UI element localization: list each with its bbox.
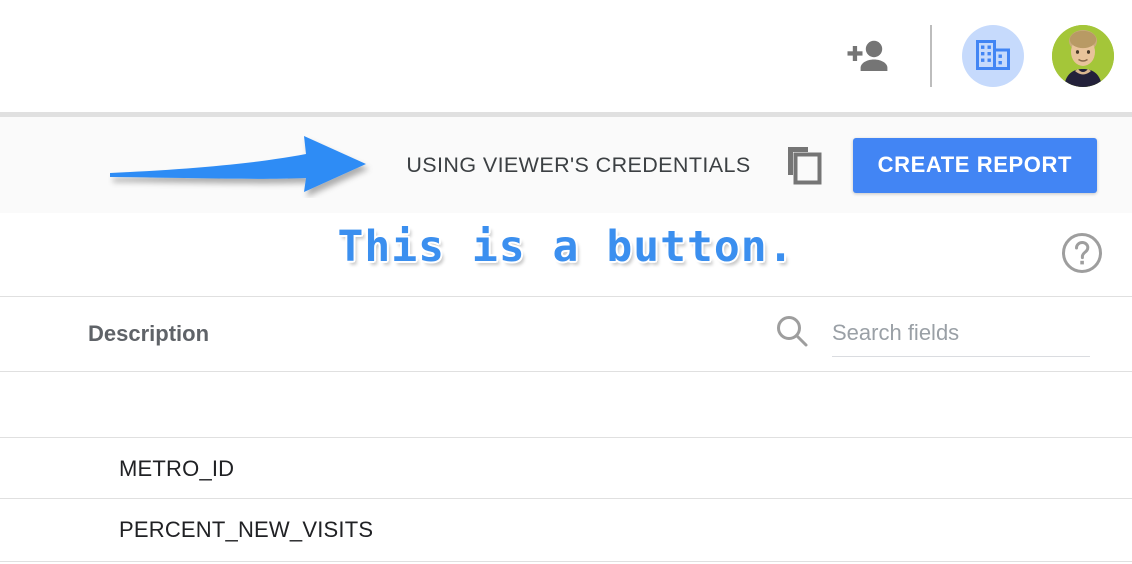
search-fields-container (772, 311, 1092, 357)
help-circle-icon (1062, 233, 1102, 273)
description-column-header: Description (88, 321, 210, 346)
magnifier-icon (777, 316, 808, 347)
report-toolbar-actions: USING VIEWER'S CREDENTIALS CREATE REPORT (406, 117, 1132, 213)
report-toolbar: USING VIEWER'S CREDENTIALS CREATE REPORT (0, 117, 1132, 213)
organization-building-icon (976, 40, 1010, 70)
field-name: METRO_ID (119, 456, 235, 481)
search-fields-input[interactable] (832, 320, 1090, 357)
top-bar-actions (840, 0, 1132, 112)
top-bar-separator (930, 25, 932, 87)
copy-button[interactable] (781, 142, 827, 188)
help-button[interactable] (1059, 230, 1105, 276)
organization-button[interactable] (962, 25, 1024, 87)
table-row[interactable] (0, 372, 1132, 437)
search-icon[interactable] (772, 311, 812, 351)
credentials-label: USING VIEWER'S CREDENTIALS (406, 152, 751, 177)
add-person-button[interactable] (840, 28, 896, 84)
top-bar (0, 0, 1132, 112)
table-row[interactable]: PERCENT_NEW_VISITS (0, 499, 1132, 561)
copy-icon (787, 147, 822, 185)
fields-panel-header: Description (0, 297, 1132, 371)
create-report-button[interactable]: CREATE REPORT (852, 137, 1097, 193)
annotation-text: This is a button. (337, 222, 795, 272)
table-row[interactable]: METRO_ID (0, 438, 1132, 500)
row-divider (0, 561, 1132, 562)
avatar-photo (1052, 25, 1114, 87)
avatar[interactable] (1052, 25, 1114, 87)
person-add-icon (847, 40, 888, 71)
field-name: PERCENT_NEW_VISITS (119, 517, 374, 542)
